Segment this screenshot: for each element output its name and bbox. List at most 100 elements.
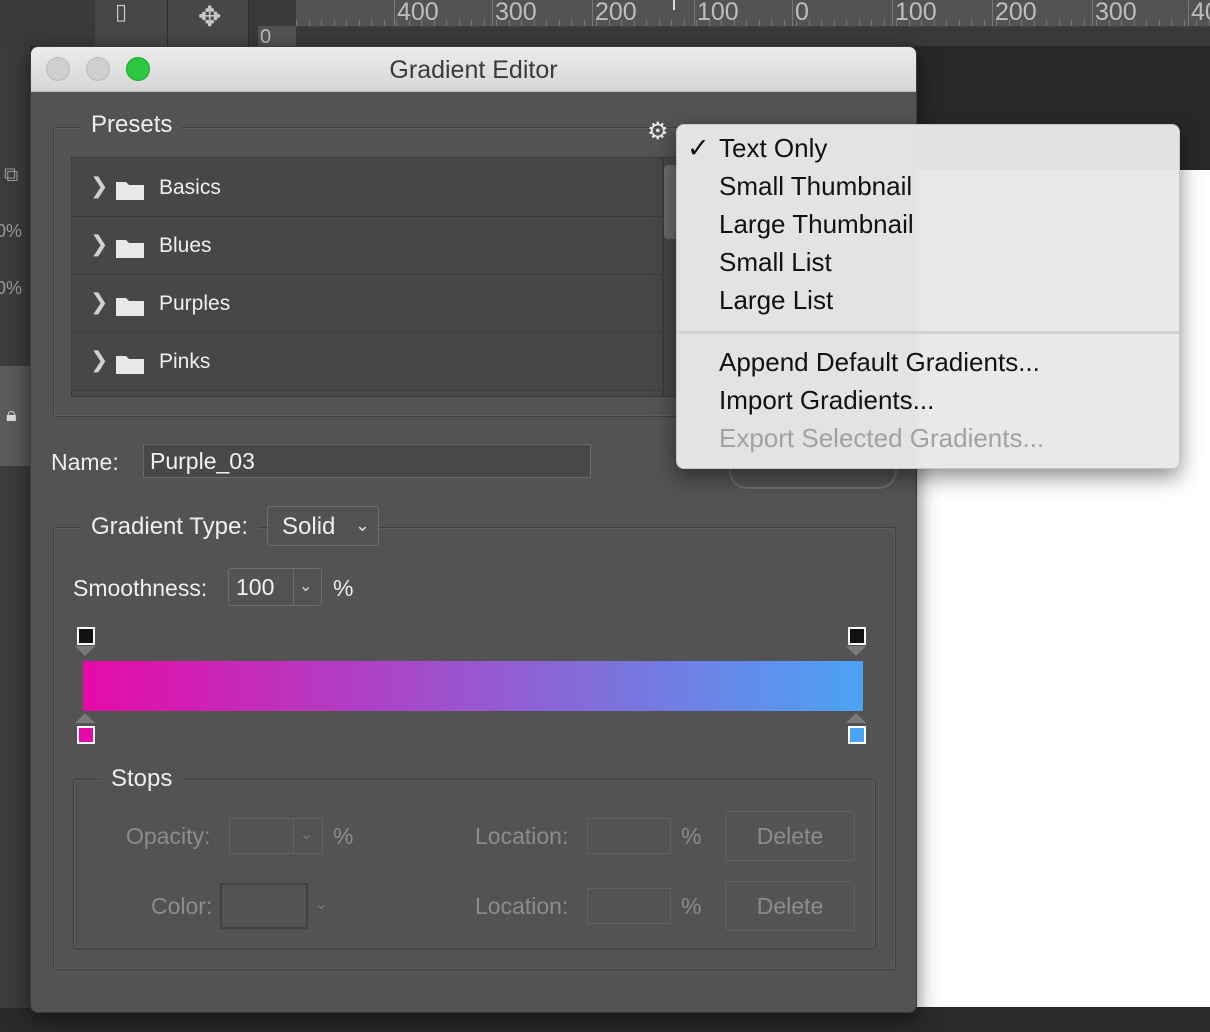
- opacity-location-label: Location:: [475, 823, 569, 849]
- opacity-delete-button[interactable]: Delete: [725, 811, 855, 861]
- ruler-minor-tick: [896, 20, 897, 26]
- ruler-major-tick: [1092, 0, 1093, 26]
- ruler-major-tick: [892, 0, 893, 26]
- ruler-minor-tick: [1208, 20, 1210, 26]
- folder-icon: [116, 298, 144, 316]
- ruler-minor-tick: [796, 20, 797, 26]
- ruler-label: 300: [495, 0, 537, 26]
- ruler-minor-tick: [1008, 20, 1010, 26]
- folder-icon: [116, 182, 144, 200]
- menu-item-import-gradients[interactable]: Import Gradients...: [719, 385, 934, 416]
- opacity-field[interactable]: 0%: [0, 221, 22, 242]
- ruler-minor-tick: [1033, 20, 1035, 26]
- chevron-right-icon[interactable]: ❯: [90, 232, 108, 257]
- move-tool-icon[interactable]: ✥: [198, 0, 221, 33]
- color-stop-pointer: [75, 713, 95, 723]
- ruler-minor-tick: [921, 20, 922, 26]
- menu-item-text-only[interactable]: Text Only: [719, 133, 827, 164]
- ruler-minor-tick: [758, 20, 760, 26]
- presets-list[interactable]: ❯ Basics ❯ Blues ❯ Purples ❯ Pinks: [71, 157, 663, 397]
- ruler-minor-tick: [858, 20, 860, 26]
- ruler-minor-tick: [1021, 20, 1022, 26]
- ruler-minor-tick: [458, 20, 460, 26]
- chevron-down-icon[interactable]: ⌄: [315, 895, 328, 913]
- layer-row[interactable]: 🔒︎: [0, 366, 30, 466]
- ruler-minor-tick: [1133, 20, 1135, 26]
- opacity-location-input[interactable]: [587, 818, 671, 854]
- opacity-label: Opacity:: [126, 823, 211, 849]
- gear-icon[interactable]: ⚙: [647, 117, 669, 145]
- ruler-minor-tick: [371, 20, 372, 26]
- gradient-type-select[interactable]: Solid ⌄: [267, 506, 379, 546]
- ruler-minor-tick: [733, 20, 735, 26]
- preset-folder-purples[interactable]: ❯ Purples: [72, 276, 662, 333]
- lock-icon[interactable]: 🔒︎: [6, 404, 17, 427]
- ruler-minor-tick: [521, 20, 522, 26]
- menu-item-large-thumbnail[interactable]: Large Thumbnail: [719, 209, 914, 240]
- ruler-minor-tick: [546, 20, 547, 26]
- ruler-minor-tick: [746, 20, 747, 26]
- color-stop-right[interactable]: [848, 726, 866, 744]
- chevron-down-icon[interactable]: ⌄: [299, 576, 312, 595]
- ruler-minor-tick: [296, 20, 297, 26]
- duplicate-icon[interactable]: ⧉: [4, 164, 18, 187]
- fill-field[interactable]: 0%: [0, 278, 22, 299]
- opacity-input[interactable]: ⌄: [229, 818, 323, 854]
- name-label: Name:: [51, 449, 119, 475]
- ruler-minor-tick: [308, 20, 310, 26]
- artboard-tool-icon[interactable]: ▯: [115, 0, 127, 25]
- chevron-right-icon[interactable]: ❯: [90, 290, 108, 315]
- menu-item-large-list[interactable]: Large List: [719, 285, 833, 316]
- ruler-minor-tick: [1121, 20, 1122, 26]
- ruler-minor-tick: [1108, 20, 1110, 26]
- opacity-stop-pointer: [846, 646, 866, 656]
- opacity-stop-left[interactable]: [77, 627, 95, 645]
- color-swatch[interactable]: [220, 883, 308, 929]
- preset-folder-basics[interactable]: ❯ Basics: [72, 160, 662, 217]
- menu-item-small-list[interactable]: Small List: [719, 247, 832, 278]
- ruler-minor-tick: [846, 20, 847, 26]
- color-location-unit: %: [681, 893, 702, 919]
- ruler-minor-tick: [596, 20, 597, 26]
- tool-cell[interactable]: ✥: [168, 0, 249, 46]
- combo-divider: [293, 819, 294, 853]
- smoothness-input[interactable]: 100 ⌄: [228, 568, 322, 606]
- presets-label: Presets: [81, 111, 183, 139]
- color-stop-left[interactable]: [77, 726, 95, 744]
- title-bar[interactable]: Gradient Editor: [31, 47, 916, 92]
- ruler-minor-tick: [396, 20, 397, 26]
- color-stop-pointer: [846, 713, 866, 723]
- tool-cell[interactable]: ▯: [95, 0, 168, 46]
- ruler-minor-tick: [446, 20, 447, 26]
- ruler-minor-tick: [646, 20, 647, 26]
- preset-folder-blues[interactable]: ❯ Blues: [72, 218, 662, 275]
- ruler-minor-tick: [783, 20, 785, 26]
- menu-separator: [677, 331, 1179, 334]
- ruler-label: 400: [397, 0, 439, 26]
- ruler-major-tick: [492, 0, 493, 26]
- ruler-major-tick: [792, 0, 793, 26]
- ruler-minor-tick: [871, 20, 872, 26]
- ruler-minor-tick: [933, 20, 935, 26]
- menu-item-small-thumbnail[interactable]: Small Thumbnail: [719, 171, 912, 202]
- gradient-preview-bar[interactable]: [83, 661, 863, 711]
- chevron-right-icon[interactable]: ❯: [90, 174, 108, 199]
- ruler-minor-tick: [508, 20, 510, 26]
- menu-item-append-default-gradients[interactable]: Append Default Gradients...: [719, 347, 1040, 378]
- name-field[interactable]: Purple_03: [143, 444, 591, 478]
- ruler-major-tick: [394, 0, 395, 26]
- color-location-input[interactable]: [587, 888, 671, 924]
- chevron-right-icon[interactable]: ❯: [90, 348, 108, 373]
- ruler-minor-tick: [408, 20, 410, 26]
- opacity-stop-right[interactable]: [848, 627, 866, 645]
- color-delete-button[interactable]: Delete: [725, 881, 855, 931]
- vertical-ruler: 0: [258, 26, 296, 48]
- folder-icon: [116, 356, 144, 374]
- gradient-type-value: Solid: [282, 513, 336, 540]
- presets-view-menu: ✓ Text Only Small Thumbnail Large Thumbn…: [676, 124, 1180, 469]
- ruler-minor-tick: [571, 20, 572, 26]
- preset-folder-pinks[interactable]: ❯ Pinks: [72, 334, 662, 391]
- chevron-down-icon[interactable]: ⌄: [300, 825, 313, 843]
- ruler-label: 100: [697, 0, 739, 26]
- chevron-down-icon: ⌄: [354, 515, 370, 536]
